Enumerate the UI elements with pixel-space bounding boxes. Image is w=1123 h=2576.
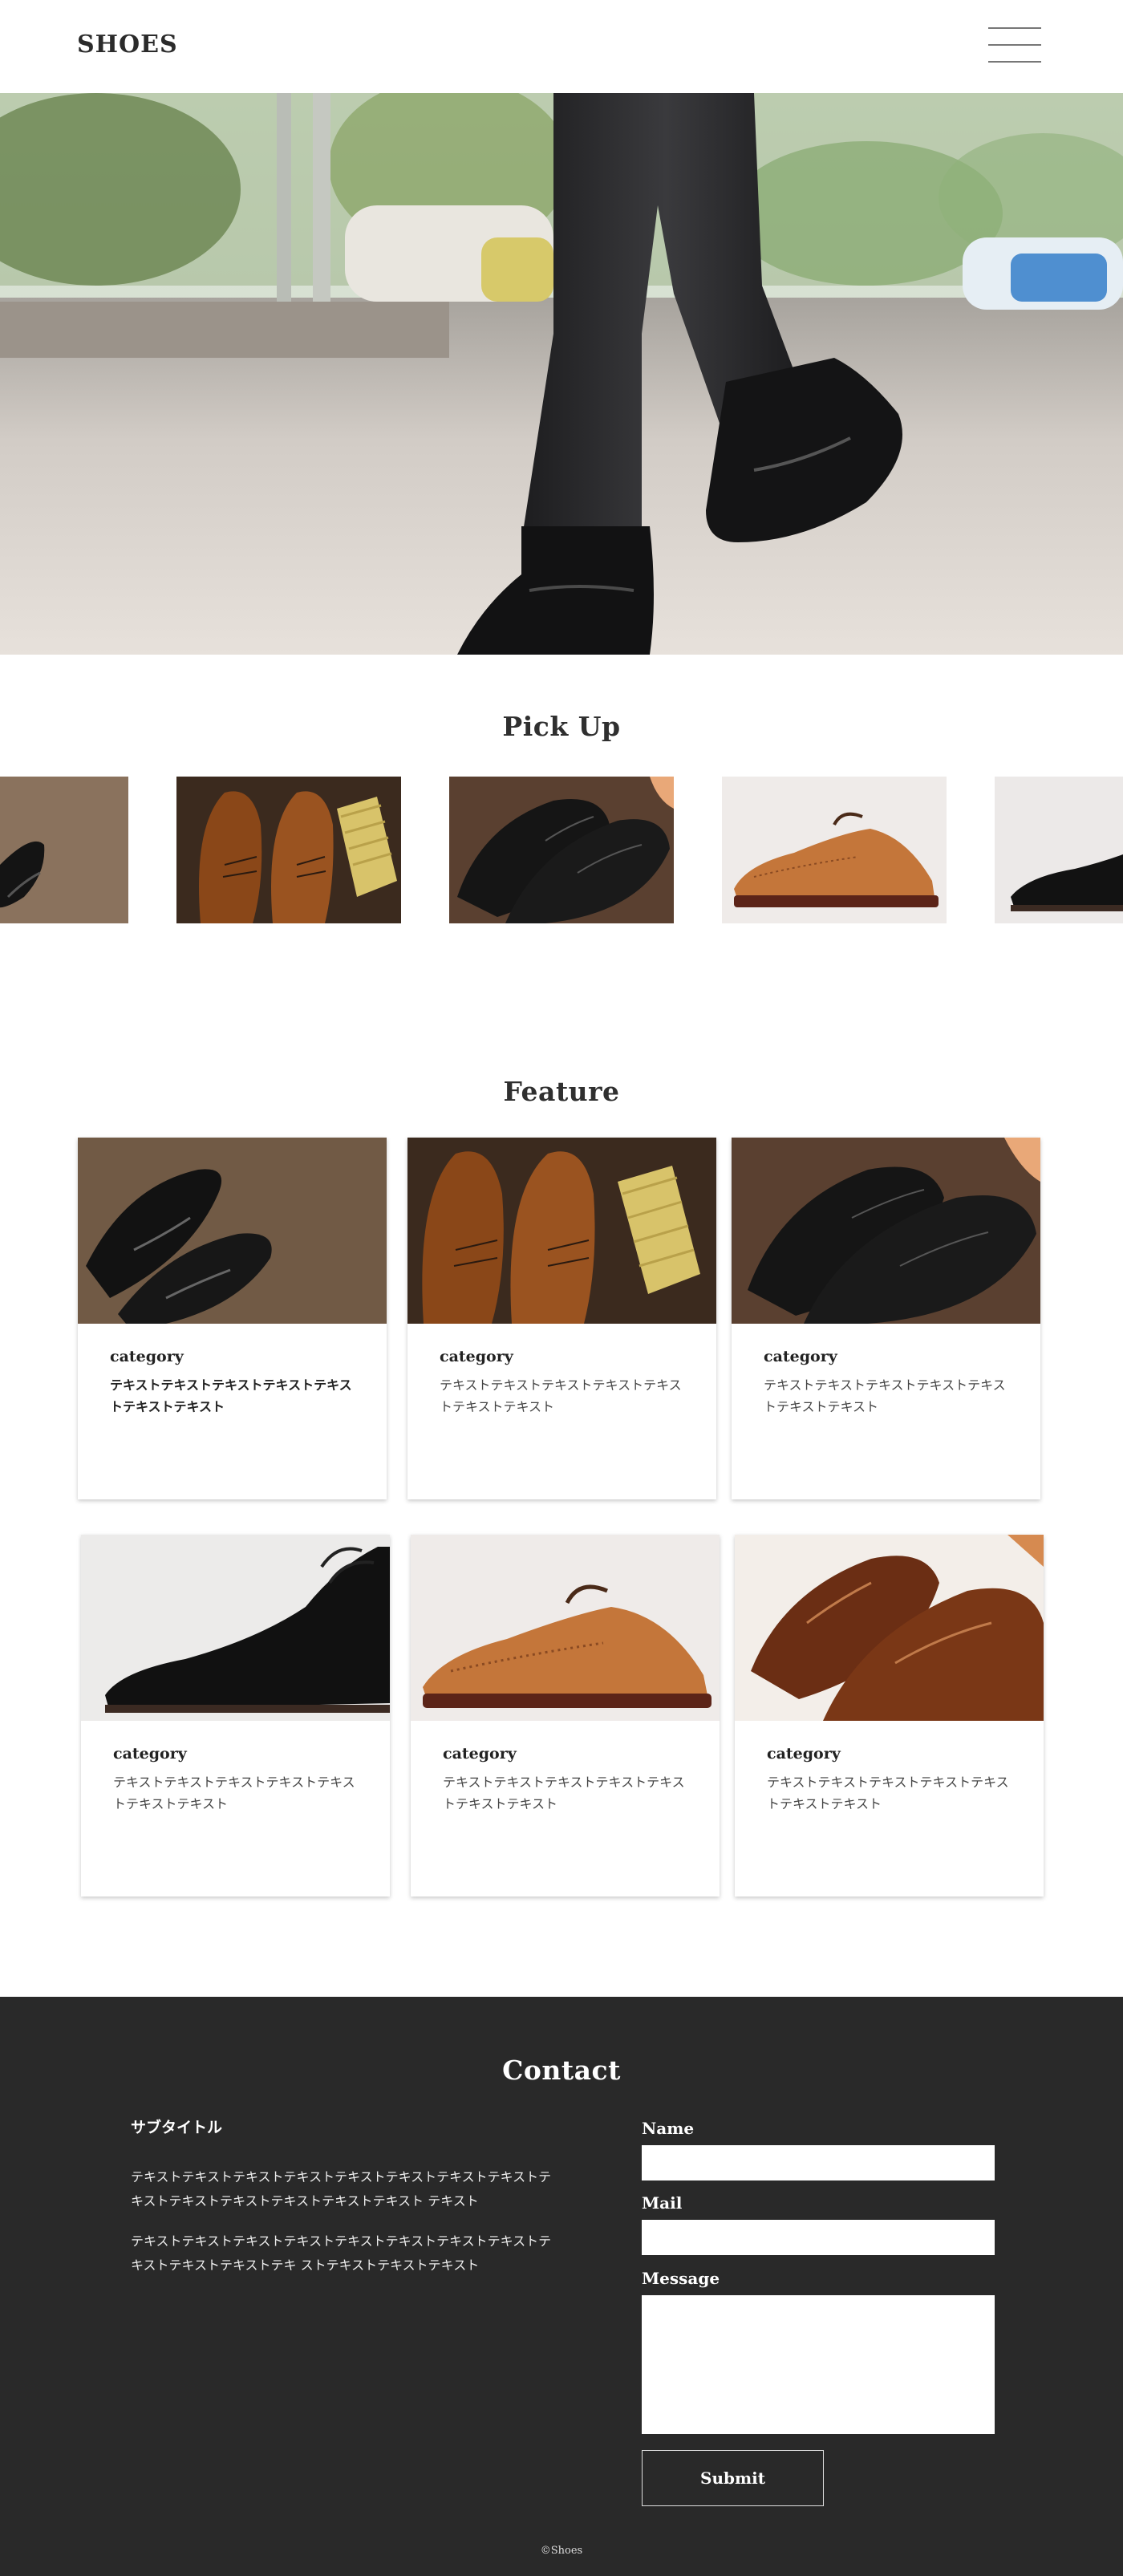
tan-brogue-shoe-photo: [411, 1535, 720, 1721]
card-image: [407, 1138, 716, 1324]
card-category: category: [110, 1348, 184, 1365]
site-logo[interactable]: SHOES: [77, 30, 178, 59]
card-category: category: [443, 1745, 517, 1763]
feature-card[interactable]: category テキストテキストテキストテキストテキストテキストテキスト: [732, 1138, 1040, 1499]
card-text: テキストテキストテキストテキストテキストテキストテキスト: [767, 1775, 1009, 1811]
brown-oxfords-with-brush-photo: [176, 777, 401, 923]
pickup-title: Pick Up: [502, 711, 621, 742]
card-image: [78, 1138, 387, 1324]
card-text: テキストテキストテキストテキストテキストテキストテキスト: [113, 1775, 355, 1811]
pickup-item[interactable]: [0, 777, 128, 923]
black-captoe-shoes-photo: [449, 777, 674, 923]
pickup-item[interactable]: [449, 777, 674, 923]
message-field[interactable]: [642, 2295, 995, 2434]
pickup-item[interactable]: [176, 777, 401, 923]
mail-field[interactable]: [642, 2220, 995, 2255]
pickup-item[interactable]: [995, 777, 1123, 923]
contact-subtitle: サブタイトル: [131, 2119, 223, 2136]
contact-paragraph: テキストテキストテキストテキストテキストテキストテキストテキストテキストテキスト…: [131, 2233, 552, 2273]
card-category: category: [767, 1745, 841, 1763]
name-label: Name: [642, 2119, 695, 2138]
submit-button[interactable]: Submit: [642, 2450, 824, 2506]
message-label: Message: [642, 2269, 720, 2288]
menu-line: [988, 27, 1041, 29]
pickup-slider[interactable]: [0, 777, 1123, 923]
feature-card[interactable]: category テキストテキストテキストテキストテキストテキストテキスト: [735, 1535, 1044, 1897]
feature-card[interactable]: category テキストテキストテキストテキストテキストテキストテキスト: [407, 1138, 716, 1499]
contact-paragraph: テキストテキストテキストテキストテキストテキストテキストテキストテキストテキスト…: [131, 2169, 552, 2209]
feature-card[interactable]: category テキストテキストテキストテキストテキストテキストテキスト: [78, 1138, 387, 1499]
card-category: category: [113, 1745, 187, 1763]
card-image: [732, 1138, 1040, 1324]
feature-card[interactable]: category テキストテキストテキストテキストテキストテキストテキスト: [81, 1535, 390, 1897]
brown-captoe-shoes-photo: [735, 1535, 1044, 1721]
card-text: テキストテキストテキストテキストテキストテキストテキスト: [764, 1377, 1006, 1414]
feature-title: Feature: [503, 1076, 620, 1107]
black-brogue-shoe-photo: [81, 1535, 390, 1721]
pickup-item[interactable]: [722, 777, 947, 923]
mail-label: Mail: [642, 2193, 683, 2213]
black-captoe-shoes-photo: [732, 1138, 1040, 1324]
tan-brogue-shoe-photo: [722, 777, 947, 923]
card-category: category: [440, 1348, 513, 1365]
menu-line: [988, 44, 1041, 46]
card-category: category: [764, 1348, 837, 1365]
brown-oxfords-with-brush-photo: [407, 1138, 716, 1324]
hamburger-menu-icon[interactable]: [988, 27, 1041, 64]
card-image: [735, 1535, 1044, 1721]
site-header: SHOES: [0, 0, 1123, 93]
card-text: テキストテキストテキストテキストテキストテキストテキスト: [443, 1775, 685, 1811]
card-text: テキストテキストテキストテキストテキストテキストテキスト: [440, 1377, 682, 1414]
black-oxford-shoes-photo: [0, 777, 128, 923]
copyright: ©Shoes: [540, 2545, 583, 2557]
walking-boots-photo: [0, 93, 1123, 655]
contact-title: Contact: [502, 2055, 621, 2086]
name-field[interactable]: [642, 2145, 995, 2180]
hero-image: [0, 93, 1123, 655]
contact-section: Contact サブタイトル テキストテキストテキストテキストテキストテキストテ…: [0, 1997, 1123, 2576]
card-text: テキストテキストテキストテキストテキストテキストテキスト: [110, 1377, 352, 1414]
card-image: [81, 1535, 390, 1721]
card-image: [411, 1535, 720, 1721]
black-oxford-shoes-photo: [78, 1138, 387, 1324]
black-brogue-shoe-photo: [995, 777, 1123, 923]
menu-line: [988, 61, 1041, 63]
feature-card[interactable]: category テキストテキストテキストテキストテキストテキストテキスト: [411, 1535, 720, 1897]
